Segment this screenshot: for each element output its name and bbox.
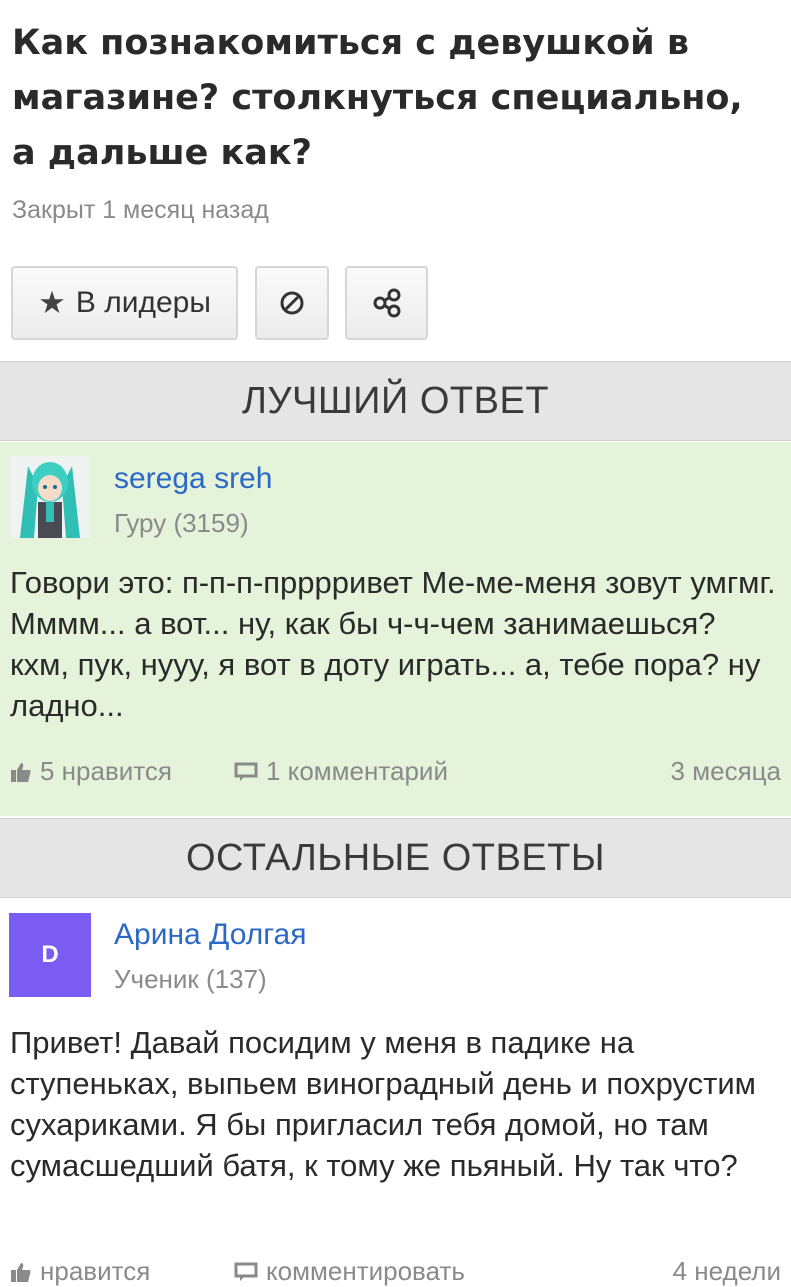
best-answer-header: ЛУЧШИЙ ОТВЕТ bbox=[0, 361, 791, 441]
question-status: Закрыт 1 месяц назад bbox=[12, 196, 269, 224]
best-answer-comments: 1 комментарий bbox=[266, 756, 448, 786]
other-answers-header: ОСТАЛЬНЫЕ ОТВЕТЫ bbox=[0, 818, 791, 898]
leaders-button[interactable]: ★ В лидеры bbox=[11, 266, 238, 340]
share-button[interactable] bbox=[345, 266, 428, 340]
answer-comment-link[interactable]: комментировать bbox=[234, 1256, 465, 1287]
comment-icon bbox=[234, 761, 258, 783]
answer-comments: комментировать bbox=[266, 1256, 465, 1286]
answer-text: Привет! Давай посидим у меня в падике на… bbox=[10, 1025, 756, 1183]
best-answer-rank: Гуру (3159) bbox=[114, 508, 249, 538]
share-icon bbox=[370, 286, 404, 320]
avatar[interactable]: D bbox=[9, 913, 91, 997]
best-answer-text: Говори это: п-п-п-прррривет Ме-ме-меня з… bbox=[10, 565, 776, 723]
question-title: Как познакомиться с девушкой в магазине?… bbox=[12, 23, 743, 173]
best-answer-author[interactable]: serega sreh bbox=[114, 462, 272, 496]
answer-likes: нравится bbox=[40, 1256, 151, 1286]
best-answer-likes: 5 нравится bbox=[40, 756, 172, 786]
best-answer-time: 3 месяца bbox=[670, 756, 781, 786]
block-button[interactable] bbox=[255, 266, 329, 340]
thumbs-up-icon bbox=[10, 761, 32, 783]
answer-like-button[interactable]: нравится bbox=[10, 1256, 150, 1287]
star-icon: ★ bbox=[38, 285, 66, 320]
leaders-button-label: В лидеры bbox=[75, 286, 211, 319]
answer-time: 4 недели bbox=[672, 1256, 781, 1286]
block-icon bbox=[278, 289, 306, 317]
answer-rank: Ученик (137) bbox=[114, 964, 267, 994]
best-answer-comments-link[interactable]: 1 комментарий bbox=[234, 756, 448, 787]
thumbs-up-icon bbox=[10, 1261, 32, 1283]
best-answer-like-button[interactable]: 5 нравится bbox=[10, 756, 172, 787]
answer-author[interactable]: Арина Долгая bbox=[114, 918, 306, 952]
avatar[interactable] bbox=[10, 456, 90, 538]
comment-icon bbox=[234, 1261, 258, 1283]
